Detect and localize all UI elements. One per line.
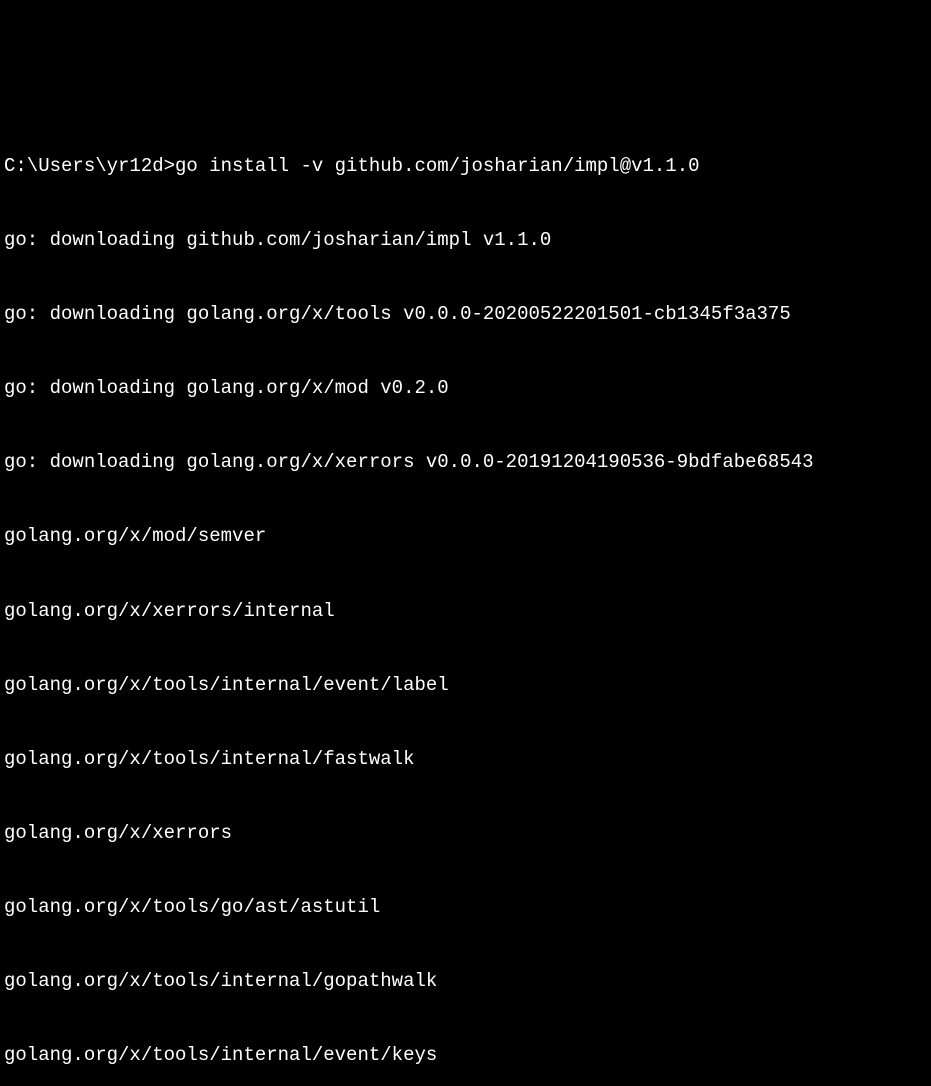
output-line: go: downloading golang.org/x/mod v0.2.0	[4, 376, 927, 401]
shell-prompt: C:\Users\yr12d>	[4, 154, 175, 179]
output-line: golang.org/x/tools/internal/event/label	[4, 673, 927, 698]
output-line: go: downloading golang.org/x/tools v0.0.…	[4, 302, 927, 327]
output-line: go: downloading github.com/josharian/imp…	[4, 228, 927, 253]
command-input: go install -v github.com/josharian/impl@…	[175, 154, 700, 179]
output-line: golang.org/x/xerrors	[4, 821, 927, 846]
output-line: golang.org/x/tools/go/ast/astutil	[4, 895, 927, 920]
output-line: golang.org/x/mod/semver	[4, 524, 927, 549]
terminal-area[interactable]: C:\Users\yr12d>go install -v github.com/…	[4, 105, 927, 1086]
output-line: golang.org/x/xerrors/internal	[4, 599, 927, 624]
output-line: golang.org/x/tools/internal/event/keys	[4, 1043, 927, 1068]
output-line: golang.org/x/tools/internal/gopathwalk	[4, 969, 927, 994]
output-line: go: downloading golang.org/x/xerrors v0.…	[4, 450, 927, 475]
prompt-line-1: C:\Users\yr12d>go install -v github.com/…	[4, 154, 927, 179]
output-line: golang.org/x/tools/internal/fastwalk	[4, 747, 927, 772]
